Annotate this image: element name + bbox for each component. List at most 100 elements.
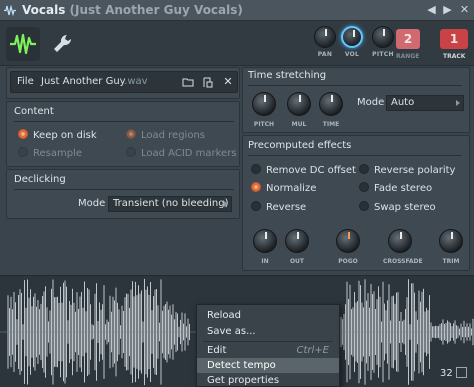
stretch-time-label: TIME [322,121,340,128]
mixer-track-value[interactable]: 1 [440,29,468,49]
file-name-base: Just Another Guy [41,76,125,87]
load-regions-radio[interactable] [126,129,136,139]
volume-label: VOL [344,51,360,58]
pogo-knob[interactable]: POGO [331,229,365,265]
reverse-polarity-radio[interactable] [359,164,369,174]
arrow-right-icon[interactable]: ▶ [440,3,455,17]
stretch-mul-knob[interactable]: MUL [282,92,316,128]
keep-on-disk-radio[interactable] [18,129,28,139]
close-icon[interactable]: ✕ [457,3,472,17]
declicking-header: Declicking [14,174,233,190]
normalize-option[interactable]: Normalize [251,182,316,194]
precomputed-effects-header: Precomputed effects [248,140,463,156]
crossfade-dial[interactable] [388,229,412,253]
resample-radio[interactable] [18,147,28,157]
sample-settings-tab[interactable] [6,27,40,61]
swap-stereo-option[interactable]: Swap stereo [359,201,436,213]
menu-item-get-properties[interactable]: Get properties [197,373,339,387]
menu-item-detect-tempo[interactable]: Detect tempo [197,358,339,373]
in-dial[interactable] [253,229,277,253]
load-regions-option[interactable]: Load regions [126,129,205,141]
menu-item-save-as[interactable]: Save as... [197,324,339,339]
window-title-sub: (Just Another Guy Vocals) [69,3,243,17]
sample-browser-icon[interactable] [199,74,217,90]
file-name[interactable]: Just Another Guy.wav [41,76,148,87]
out-dial[interactable] [285,229,309,253]
stretch-mul-label: MUL [291,121,307,128]
waveform-icon [4,5,16,16]
crossfade-knob[interactable]: CROSSFADE [383,229,423,265]
pogo-dial[interactable] [336,229,360,253]
menu-separator [203,341,333,342]
normalize-radio[interactable] [251,182,261,192]
stretch-mode-value: Auto [391,97,415,108]
content-header: Content [14,106,233,122]
dropdown-arrow-icon [224,201,228,207]
zoom-indicator[interactable]: 32 [440,367,467,379]
out-knob[interactable]: OUT [280,229,314,265]
reverse-polarity-option[interactable]: Reverse polarity [359,164,455,176]
load-regions-label: Load regions [141,130,206,141]
in-label: IN [261,258,269,265]
stretch-time-dial[interactable] [319,92,343,116]
load-acid-markers-radio[interactable] [126,147,136,157]
stretch-time-knob[interactable]: TIME [314,92,348,128]
out-label: OUT [289,258,305,265]
declicking-mode-select[interactable]: Transient (no bleeding) [108,196,232,212]
pitch-range-value[interactable]: 2 [396,29,420,49]
resample-option[interactable]: Resample [18,147,82,159]
remove-dc-offset-option[interactable]: Remove DC offset [251,164,356,176]
folder-icon[interactable] [179,74,197,90]
pitch-label: PITCH [372,51,394,58]
normalize-label: Normalize [266,183,317,194]
stretch-pitch-label: PITCH [253,121,275,128]
keep-on-disk-option[interactable]: Keep on disk [18,129,97,141]
volume-knob-dial[interactable] [341,26,363,48]
remove-dc-offset-label: Remove DC offset [266,165,356,176]
trim-dial[interactable] [439,229,463,253]
channel-settings-window: Vocals (Just Another Guy Vocals) ◀ ▶ ✕ P… [0,0,474,387]
stretch-mode-label: Mode [357,97,385,108]
menu-item-reload[interactable]: Reload [197,308,339,323]
crossfade-label: CROSSFADE [383,258,423,265]
file-label: File [17,76,34,87]
title-bar[interactable]: Vocals (Just Another Guy Vocals) ◀ ▶ ✕ [0,0,474,21]
arrow-left-icon[interactable]: ◀ [424,3,439,17]
trim-knob[interactable]: TRIM [434,229,468,265]
keep-on-disk-label: Keep on disk [33,130,97,141]
window-title: Vocals (Just Another Guy Vocals) [22,3,243,17]
volume-knob[interactable]: VOL [341,26,363,58]
fade-stereo-option[interactable]: Fade stereo [359,182,432,194]
reverse-radio[interactable] [251,201,261,211]
misc-settings-tab[interactable] [46,27,80,61]
reverse-polarity-label: Reverse polarity [374,165,456,176]
declicking-mode-label: Mode [78,198,106,209]
pitch-knob-dial[interactable] [372,26,394,48]
in-knob[interactable]: IN [248,229,282,265]
waveform-tab-icon [10,33,36,55]
menu-item-edit-shortcut: Ctrl+E [296,345,330,356]
pan-knob[interactable]: PAN [314,26,336,58]
fade-stereo-label: Fade stereo [374,183,433,194]
load-acid-markers-option[interactable]: Load ACID markers [126,147,237,159]
menu-item-edit[interactable]: Edit Ctrl+E [197,343,339,358]
remove-dc-offset-radio[interactable] [251,164,261,174]
pan-knob-dial[interactable] [314,26,336,48]
stretch-pitch-dial[interactable] [252,92,276,116]
track-label: TRACK [443,53,466,60]
declicking-mode-value: Transient (no bleeding) [113,198,229,209]
stretch-mul-dial[interactable] [287,92,311,116]
reverse-option[interactable]: Reverse [251,201,306,213]
fade-stereo-radio[interactable] [359,182,369,192]
time-stretching-header: Time stretching [248,70,463,86]
wrench-icon [54,34,72,52]
swap-stereo-label: Swap stereo [374,202,436,213]
clear-file-icon[interactable]: ✕ [219,74,237,90]
swap-stereo-radio[interactable] [359,201,369,211]
resample-label: Resample [33,148,83,159]
pitch-knob[interactable]: PITCH [372,26,394,58]
pogo-label: POGO [338,258,358,265]
stretch-pitch-knob[interactable]: PITCH [247,92,281,128]
window-title-main: Vocals [22,3,66,17]
stretch-mode-select[interactable]: Auto [386,95,464,111]
